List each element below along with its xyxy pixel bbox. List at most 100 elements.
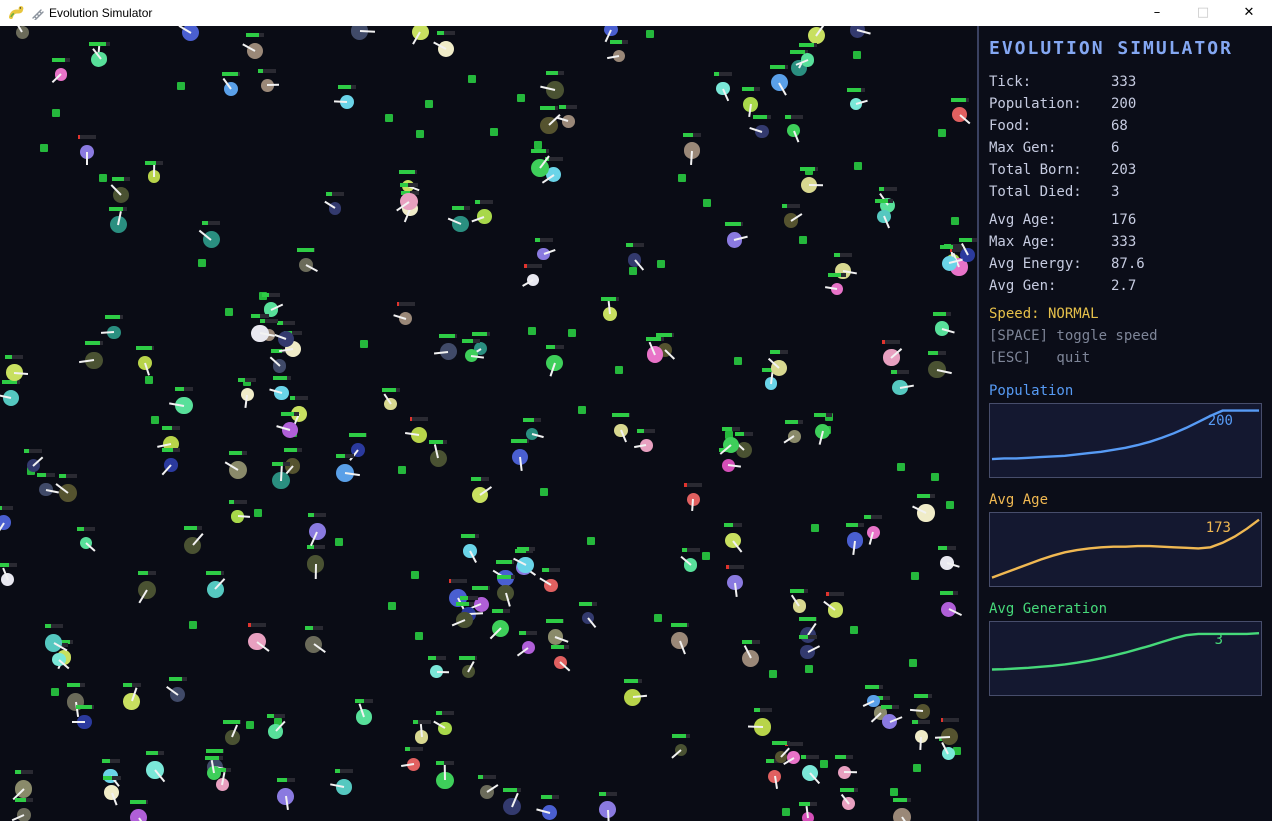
- creature-energy-fill: [828, 273, 841, 277]
- creature-energy-bar: [184, 526, 202, 530]
- stat-label: Tick:: [989, 71, 1111, 93]
- creature-energy-fill: [260, 319, 265, 323]
- creature-energy-bar: [222, 72, 240, 76]
- creature-energy-fill: [205, 756, 219, 760]
- food-item: [931, 473, 939, 481]
- food-item: [425, 100, 433, 108]
- creature-energy-bar: [646, 337, 664, 341]
- creature-energy-fill: [109, 207, 122, 211]
- creature-energy-fill: [0, 506, 2, 510]
- creature-energy-bar: [146, 751, 164, 755]
- creature-energy-bar: [24, 449, 42, 453]
- creature-energy-bar: [77, 527, 95, 531]
- creature-energy-bar: [471, 477, 489, 481]
- creature-energy-bar: [912, 720, 930, 724]
- creature-energy-bar: [459, 656, 477, 660]
- creature-energy-bar: [437, 31, 455, 35]
- creature-energy-bar: [682, 548, 700, 552]
- creature-energy-fill: [59, 474, 66, 478]
- creature-energy-fill: [136, 346, 152, 350]
- creature-energy-bar: [828, 273, 846, 277]
- creature-energy-fill: [184, 526, 197, 530]
- creature-energy-bar: [248, 623, 266, 627]
- creature-energy-bar: [799, 43, 817, 47]
- simulation-viewport[interactable]: [0, 26, 977, 821]
- creature-energy-bar: [0, 506, 13, 510]
- stat-value: 2.7: [1111, 275, 1262, 297]
- avg-generation-chart-section: Avg Generation 3: [989, 599, 1262, 696]
- food-item: [909, 659, 917, 667]
- creature-energy-fill: [336, 454, 345, 458]
- food-item: [335, 538, 343, 546]
- creature-energy-bar: [461, 534, 479, 538]
- creature-energy-bar: [169, 677, 187, 681]
- food-item: [517, 94, 525, 102]
- dna-icon: [31, 7, 44, 20]
- creature-direction-line: [920, 737, 923, 750]
- food-item: [938, 129, 946, 137]
- creature-energy-fill: [246, 33, 259, 37]
- stat-label: Food:: [989, 115, 1111, 137]
- stat-label: Avg Energy:: [989, 253, 1111, 275]
- close-button[interactable]: ✕: [1226, 0, 1272, 26]
- creature-energy-fill: [835, 755, 845, 759]
- stat-row: Population:200: [989, 93, 1262, 115]
- creature-energy-fill: [782, 204, 787, 208]
- food-item: [468, 75, 476, 83]
- creature-energy-bar: [472, 586, 490, 590]
- creature-direction-line: [14, 372, 28, 375]
- creature-energy-fill: [436, 761, 444, 765]
- creature-energy-bar: [724, 523, 742, 527]
- maximize-button[interactable]: □: [1180, 0, 1226, 26]
- creature-energy-fill: [579, 602, 592, 606]
- creature-direction-line: [86, 152, 88, 165]
- food-item: [568, 329, 576, 337]
- creature-energy-fill: [206, 571, 221, 575]
- creature-energy-fill: [800, 167, 814, 171]
- stat-value: 333: [1111, 231, 1262, 253]
- food-item: [854, 162, 862, 170]
- creature-energy-fill: [875, 199, 888, 203]
- creature-energy-bar: [45, 624, 63, 628]
- creature-energy-bar: [112, 177, 130, 181]
- creature-energy-bar: [523, 418, 541, 422]
- creature-energy-fill: [840, 788, 854, 792]
- creature-body: [123, 693, 140, 710]
- food-item: [398, 466, 406, 474]
- creature-energy-fill: [517, 547, 530, 551]
- avg-age-chart: 173: [989, 512, 1262, 587]
- creature-energy-bar: [452, 206, 470, 210]
- creature-energy-bar: [826, 592, 844, 596]
- creature-energy-bar: [799, 635, 817, 639]
- food-item: [911, 572, 919, 580]
- minimize-button[interactable]: –: [1134, 0, 1180, 26]
- avg-generation-chart: 3: [989, 621, 1262, 696]
- creature-energy-bar: [136, 346, 154, 350]
- food-item: [416, 130, 424, 138]
- food-item: [850, 626, 858, 634]
- creature-energy-fill: [912, 720, 917, 724]
- keybind-esc: [ESC] quit: [989, 347, 1262, 369]
- creature-energy-fill: [15, 770, 21, 774]
- creature-energy-fill: [5, 355, 12, 359]
- creature-energy-bar: [206, 571, 224, 575]
- creature-energy-fill: [52, 58, 65, 62]
- creature-energy-bar: [551, 645, 569, 649]
- creature-energy-bar: [251, 314, 269, 318]
- creature-energy-bar: [612, 413, 630, 417]
- creature-energy-bar: [413, 720, 431, 724]
- creature-energy-bar: [893, 798, 911, 802]
- avg-generation-chart-value: 3: [1215, 632, 1223, 648]
- food-item: [853, 51, 861, 59]
- creature-energy-fill: [742, 640, 753, 644]
- creature-energy-bar: [579, 602, 597, 606]
- creature-energy-fill: [940, 591, 954, 595]
- creature-energy-fill: [914, 694, 928, 698]
- stat-row: Total Born:203: [989, 159, 1262, 181]
- creature-direction-line: [690, 151, 693, 165]
- creature-energy-fill: [290, 396, 296, 400]
- creature-energy-fill: [326, 192, 332, 196]
- food-item: [897, 463, 905, 471]
- creature-energy-bar: [272, 462, 290, 466]
- creature-energy-bar: [626, 243, 644, 247]
